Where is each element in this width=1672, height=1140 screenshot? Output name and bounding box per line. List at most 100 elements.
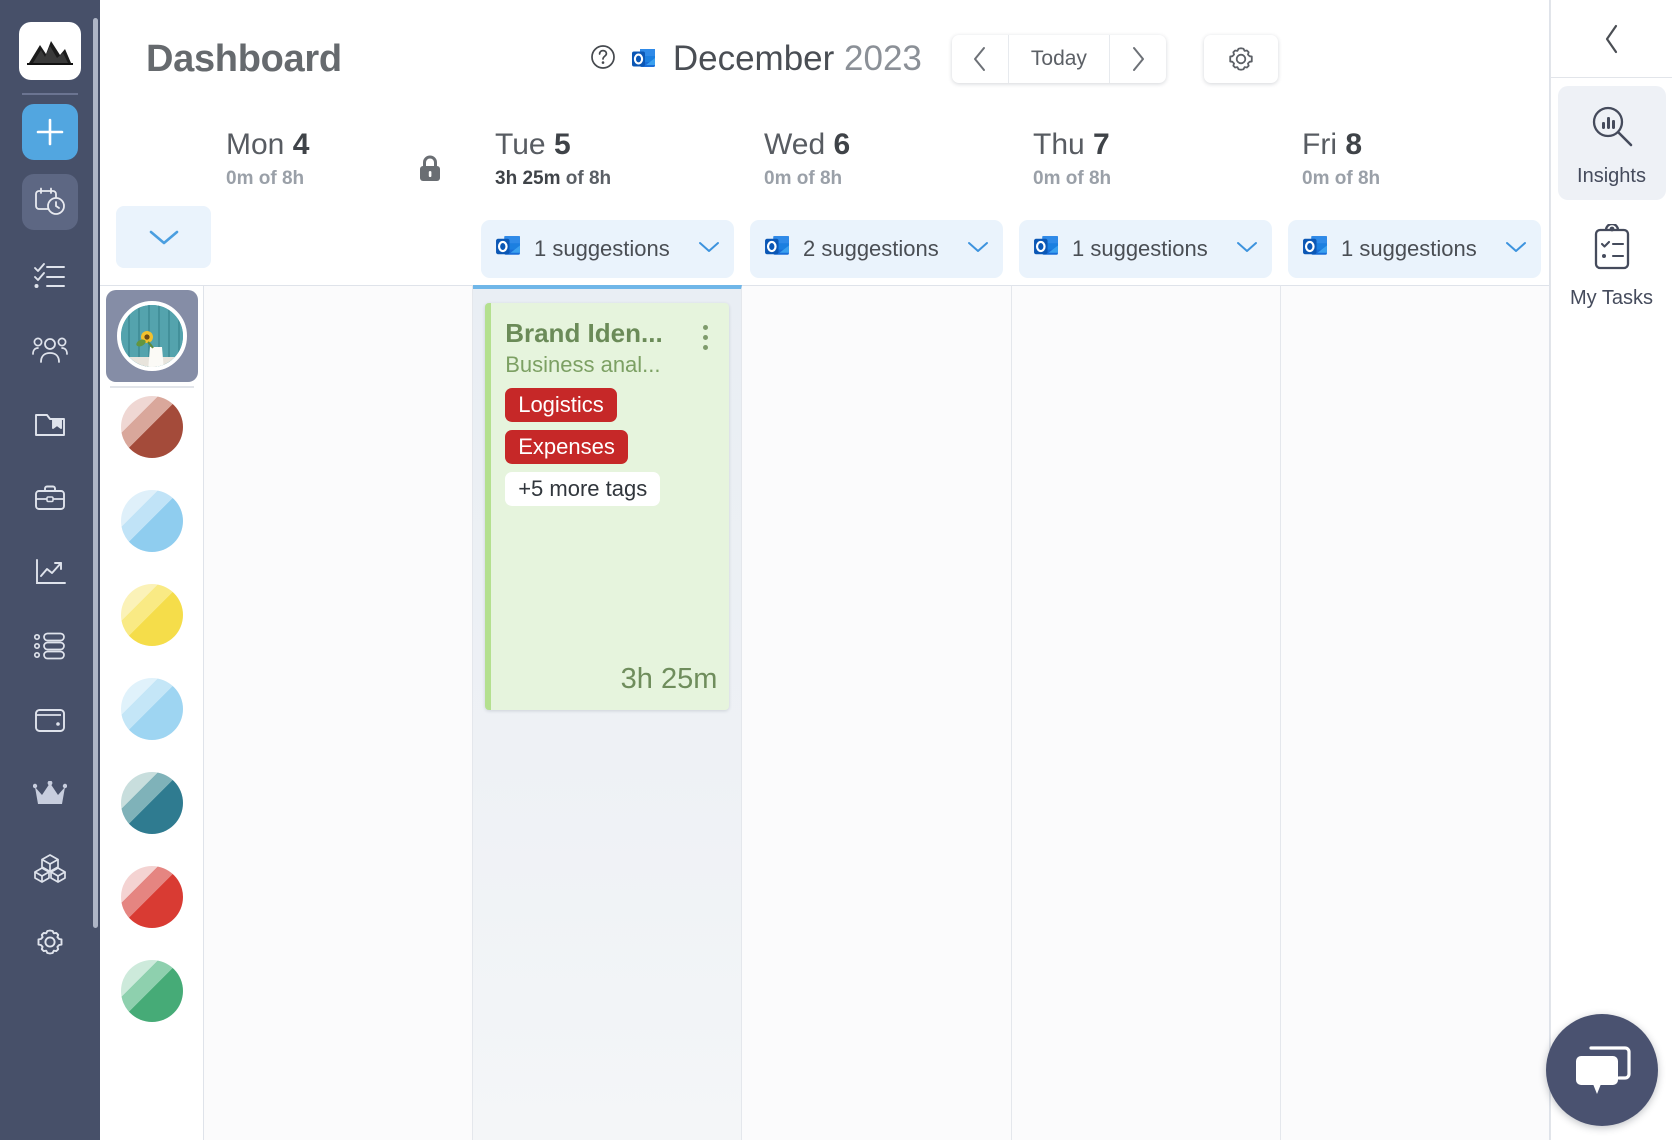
suggestions-label: 1 suggestions [534, 236, 670, 261]
crown-icon [33, 781, 67, 804]
suggestions-label: 1 suggestions [1341, 236, 1477, 261]
avatar-member-5[interactable] [120, 772, 183, 834]
next-week-button[interactable] [1110, 35, 1166, 83]
day-name-thu: Thu 7 [1033, 128, 1110, 161]
day-header-mon[interactable]: Mon 4 0m of 8h [204, 118, 473, 285]
top-bar: Dashboard December 2023 Today [100, 0, 1549, 118]
list-settings-icon [33, 632, 65, 660]
lock-icon [417, 154, 443, 189]
tag-expenses[interactable]: Expenses [505, 430, 628, 464]
day-column-wed[interactable] [742, 285, 1012, 1140]
day-column-thu[interactable] [1011, 285, 1281, 1140]
suggestions-label: 1 suggestions [1072, 236, 1208, 261]
suggestions-chip-wed[interactable]: 2 suggestions [750, 220, 1003, 278]
main-content: Dashboard December 2023 Today Mon 4 0m o… [100, 0, 1550, 1140]
avatar-member-6[interactable] [120, 866, 183, 928]
avatar-divider [109, 386, 194, 388]
prev-week-button[interactable] [952, 35, 1008, 83]
outlook-icon [495, 233, 522, 265]
outlook-icon [631, 46, 657, 72]
tag-logistics[interactable]: Logistics [505, 388, 617, 422]
sidebar-item-integrations[interactable] [22, 840, 78, 896]
sidebar-item-team[interactable] [22, 322, 78, 378]
trend-chart-icon [36, 559, 66, 584]
day-name-tue: Tue 5 [495, 128, 571, 161]
avatar-member-2[interactable] [120, 490, 183, 552]
mountain-logo-icon [27, 41, 73, 65]
wallet-icon [35, 709, 65, 732]
calendar-settings-button[interactable] [1203, 35, 1278, 83]
card-header: Brand Iden... [505, 319, 717, 350]
chevron-down-icon [967, 240, 989, 259]
chevron-down-icon [698, 240, 720, 259]
outlook-icon [1033, 233, 1060, 265]
sidebar-item-settings[interactable] [22, 914, 78, 970]
left-nav-rail [0, 0, 100, 1140]
today-button[interactable]: Today [1007, 35, 1110, 83]
panel-tab-label: My Tasks [1570, 287, 1653, 309]
collapse-rows-button[interactable] [116, 206, 211, 268]
suggestions-chip-tue[interactable]: 1 suggestions [481, 220, 734, 278]
app-root: Dashboard December 2023 Today Mon 4 0m o… [0, 0, 1672, 1140]
sidebar-item-premium[interactable] [22, 766, 78, 822]
date-navigation: December 2023 Today [342, 35, 1525, 83]
day-header-fri[interactable]: Fri 8 0m of 8h 1 suggestions [1280, 118, 1549, 285]
mountain-logo[interactable] [19, 22, 81, 80]
day-column-tue[interactable]: Brand Iden... Business anal... Logistics… [473, 285, 743, 1140]
chevron-left-icon [1605, 24, 1617, 53]
header-gutter [100, 118, 211, 285]
sidebar-item-billing[interactable] [22, 692, 78, 748]
current-month-label: December 2023 [672, 39, 922, 78]
page-title: Dashboard [146, 37, 342, 80]
plus-icon [36, 118, 64, 146]
date-nav-group: Today [951, 35, 1166, 83]
calendar-clock-icon [35, 187, 65, 215]
next-icon [1132, 47, 1144, 71]
avatar-selected[interactable] [105, 290, 198, 382]
calendar-body: Brand Iden... Business anal... Logistics… [100, 285, 1550, 1140]
chevron-down-icon [149, 230, 178, 245]
chevron-down-icon [1505, 240, 1527, 259]
day-hours-tue: 3h 25m of 8h [495, 168, 612, 189]
chat-button[interactable] [1546, 1014, 1658, 1126]
gear-icon [1229, 47, 1253, 71]
panel-tab-my-tasks[interactable]: My Tasks [1558, 208, 1666, 322]
avatar-member-1[interactable] [120, 396, 183, 458]
sidebar-item-clients[interactable] [22, 470, 78, 526]
question-circle-icon[interactable] [589, 43, 617, 76]
rail-scrollbar[interactable] [93, 18, 98, 928]
cubes-icon [34, 854, 66, 883]
day-header-thu[interactable]: Thu 7 0m of 8h 1 suggestions [1011, 118, 1280, 285]
add-button[interactable] [22, 104, 78, 160]
rail-divider [22, 93, 78, 95]
day-hours-fri: 0m of 8h [1302, 168, 1381, 189]
time-entry-card[interactable]: Brand Iden... Business anal... Logistics… [485, 303, 730, 710]
avatar-member-3[interactable] [120, 584, 183, 646]
day-name-fri: Fri 8 [1302, 128, 1363, 161]
avatar-member-4[interactable] [120, 678, 183, 740]
day-column-fri[interactable] [1280, 285, 1550, 1140]
member-avatar-column [100, 285, 204, 1140]
avatar-photo [116, 301, 187, 371]
day-column-mon[interactable] [204, 285, 474, 1140]
card-title: Brand Iden... [505, 319, 663, 348]
day-header-wed[interactable]: Wed 6 0m of 8h 2 suggestions [742, 118, 1011, 285]
sidebar-item-tasks[interactable] [22, 248, 78, 304]
clipboard-checklist-icon [1589, 222, 1635, 277]
card-menu-button[interactable] [693, 319, 717, 350]
collapse-panel-button[interactable] [1550, 0, 1672, 78]
sidebar-item-activities[interactable] [22, 618, 78, 674]
day-name-wed: Wed 6 [764, 128, 851, 161]
sidebar-item-projects[interactable] [22, 396, 78, 452]
day-header-tue[interactable]: Tue 5 3h 25m of 8h 1 suggestions [473, 118, 742, 285]
suggestions-chip-thu[interactable]: 1 suggestions [1019, 220, 1272, 278]
day-hours-thu: 0m of 8h [1033, 168, 1112, 189]
suggestions-chip-fri[interactable]: 1 suggestions [1288, 220, 1541, 278]
sidebar-item-timesheet[interactable] [22, 174, 78, 230]
sidebar-item-reports[interactable] [22, 544, 78, 600]
outlook-icon [1302, 233, 1329, 265]
more-tags-chip[interactable]: +5 more tags [505, 472, 661, 506]
panel-tab-insights[interactable]: Insights [1557, 86, 1666, 200]
avatar-member-7[interactable] [120, 960, 183, 1022]
panel-tab-label: Insights [1577, 165, 1646, 187]
